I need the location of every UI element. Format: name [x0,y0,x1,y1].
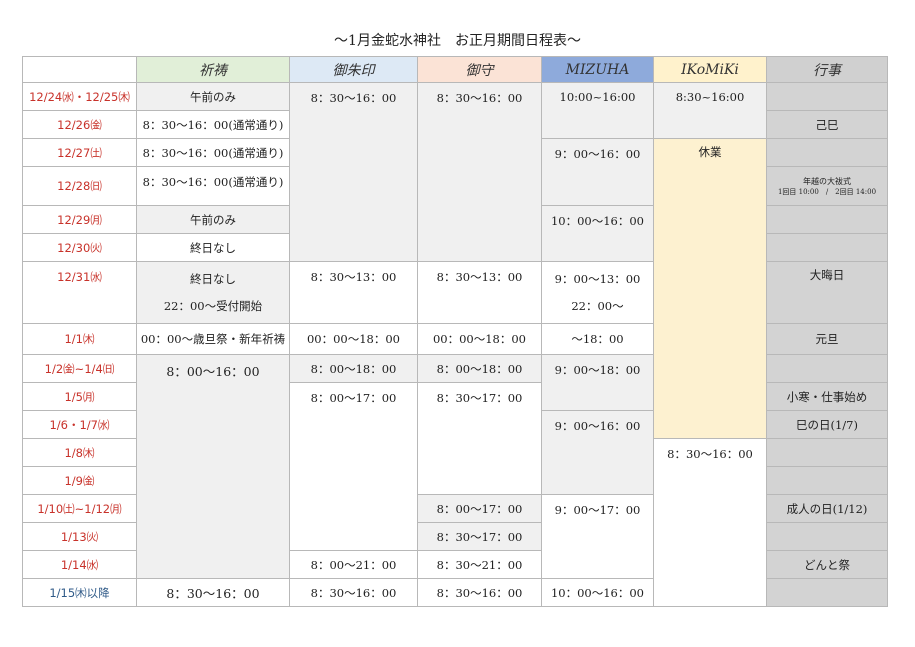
date-cell: 1/15㈭以降 [22,578,137,607]
kitou-cell: 8：30～16：00 [136,578,290,607]
event-cell: 年越の大祓式 1回目 10:00 / 2回目 14:00 [766,166,888,206]
mizuha-cell: 10：00～16：00 [541,578,654,607]
omamori-cell: 8：30～21：00 [417,550,542,579]
kitou-cell: 8：30～16：00(通常通り) [136,138,290,167]
event-times: 1回目 10:00 / 2回目 14:00 [777,187,877,196]
date-cell: 1/10㈯~1/12㈪ [22,494,137,523]
kitou-cell: 終日なし [136,233,290,262]
date-cell: 12/24㈬・12/25㈭ [22,82,137,111]
date-cell: 1/1㈭ [22,323,137,355]
event-cell [766,578,888,607]
date-cell: 12/28㈰ [22,166,137,206]
ikomiki-cell: 8:30~16:00 [653,82,767,139]
goshuin-cell: 8：30～16：00 [289,82,418,262]
omamori-cell: 8：30～17：00 [417,522,542,551]
mizuha-cell: 9：00～16：00 [541,138,654,206]
kitou-cell: 終日なし 22：00～受付開始 [136,261,290,324]
event-cell: どんと祭 [766,550,888,579]
header-gyouji: 行事 [766,56,888,83]
mizuha-cell: 9：00～16：00 [541,410,654,495]
date-cell: 1/8㈭ [22,438,137,467]
goshuin-cell: 8：00～17：00 [289,382,418,551]
omamori-cell: 8：30～16：00 [417,578,542,607]
mizuha-cell: 10：00～16：00 [541,205,654,262]
event-cell [766,466,888,495]
header-omamori: 御守 [417,56,542,83]
ikomiki-cell: 休業 [653,138,767,439]
event-cell: 大晦日 [766,261,888,324]
date-cell: 1/13㈫ [22,522,137,551]
event-cell: 巳の日(1/7) [766,410,888,439]
date-cell: 1/14㈬ [22,550,137,579]
kitou-cell: 午前のみ [136,205,290,234]
event-cell [766,138,888,167]
event-cell [766,233,888,262]
goshuin-cell: 8：00～21：00 [289,550,418,579]
mizuha-line: 22：00～ [571,298,624,313]
event-cell [766,82,888,111]
event-cell: 成人の日(1/12) [766,494,888,523]
event-cell [766,205,888,234]
event-title: 年越の大祓式 [803,176,851,186]
date-cell: 1/6・1/7㈬ [22,410,137,439]
date-cell: 12/30㈫ [22,233,137,262]
table-row: 12/24㈬・12/25㈭ 午前のみ 8：30～16：00 8：30～16：00… [22,82,888,262]
header-kitou: 祈祷 [136,56,290,83]
kitou-cell: 8：00～16：00 [136,354,290,579]
date-cell: 12/27㈯ [22,138,137,167]
date-cell: 12/26㈮ [22,110,137,139]
date-cell: 12/29㈪ [22,205,137,234]
event-cell [766,438,888,467]
page-title: 〜1月金蛇水神社 お正月期間日程表〜 [334,33,581,49]
event-cell [766,354,888,383]
mizuha-cell: ～18：00 [541,323,654,355]
ikomiki-cell: 8：30～16：00 [653,438,767,607]
kitou-cell: 8：30～16：00(通常通り) [136,110,290,139]
event-cell: 己巳 [766,110,888,139]
header-goshuin: 御朱印 [289,56,418,83]
header-mizuha: MIZUHA [541,56,654,83]
schedule-table: 祈祷 御朱印 御守 MIZUHA IKoMiKi 行事 12/24㈬・12/25… [22,56,888,607]
kitou-cell: 00：00～歳旦祭・新年祈祷 [136,323,290,355]
event-cell [766,522,888,551]
omamori-cell: 8：30～17：00 [417,382,542,495]
header-ikomiki: IKoMiKi [653,56,767,83]
goshuin-cell: 8：30～16：00 [289,578,418,607]
goshuin-cell: 8：30～13：00 [289,261,418,324]
event-cell: 元旦 [766,323,888,355]
date-cell: 1/5㈪ [22,382,137,411]
kitou-cell: 午前のみ [136,82,290,111]
event-cell: 小寒・仕事始め [766,382,888,411]
date-cell: 12/31㈬ [22,261,137,324]
goshuin-cell: 8：00～18：00 [289,354,418,383]
mizuha-line: 9：00～13：00 [554,271,641,286]
goshuin-cell: 00：00～18：00 [289,323,418,355]
omamori-cell: 8：30～13：00 [417,261,542,324]
kitou-line: 終日なし [190,271,236,286]
mizuha-cell: 10:00~16:00 [541,82,654,139]
omamori-cell: 8：00～17：00 [417,494,542,523]
omamori-cell: 00：00～18：00 [417,323,542,355]
kitou-cell: 8：30～16：00(通常通り) [136,166,290,206]
mizuha-cell: 9：00～17：00 [541,494,654,579]
omamori-cell: 8：00～18：00 [417,354,542,383]
header-row: 祈祷 御朱印 御守 MIZUHA IKoMiKi 行事 [22,56,888,83]
mizuha-cell: 9：00～13：00 22：00～ [541,261,654,324]
header-date [22,56,137,83]
date-cell: 1/2㈮~1/4㈰ [22,354,137,383]
kitou-line: 22：00～受付開始 [163,298,263,313]
mizuha-cell: 9：00～18：00 [541,354,654,411]
date-cell: 1/9㈮ [22,466,137,495]
omamori-cell: 8：30～16：00 [417,82,542,262]
